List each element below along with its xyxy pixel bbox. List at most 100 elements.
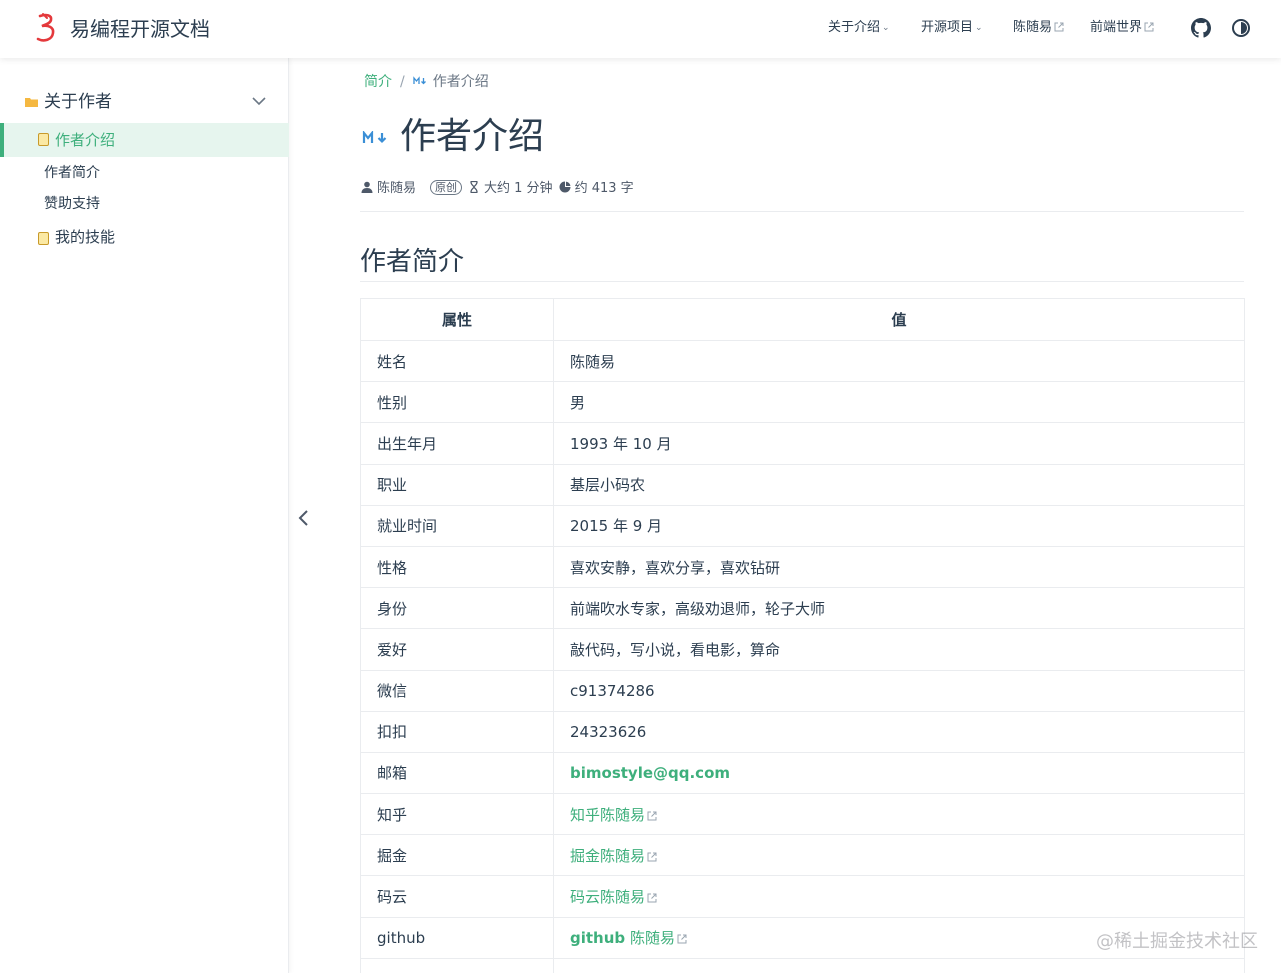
chevron-down-icon: ⌄	[975, 23, 983, 33]
sidebar-group-label: 关于作者	[44, 92, 112, 112]
table-key: 码云	[360, 875, 554, 918]
table-value: c91374286	[553, 669, 1245, 712]
table-row: 性格 喜欢安静，喜欢分享，喜欢钻研	[360, 545, 1245, 589]
folder-icon	[25, 98, 38, 107]
sidebar-item-label: 作者简介	[44, 165, 100, 181]
section-heading: 作者简介	[360, 247, 465, 277]
table-key: 身份	[360, 587, 554, 630]
table-value: 基层小码农	[553, 463, 1245, 506]
nav-about-dropdown[interactable]: 关于介绍 ⌄	[828, 19, 890, 38]
author-info-table: 属性 值 姓名 陈随易 性别男 出生年月 1993 年 10 月 职业 基层小码农 就…	[360, 298, 1245, 973]
table-row: 身份 前端吹水专家，高级劝退师，轮子大师	[360, 587, 1245, 630]
top-navbar: 易编程开源文档 关于介绍 ⌄ 开源项目 ⌄ 陈随易 前端世界	[0, 0, 1281, 58]
table-key: 性格	[360, 545, 554, 589]
table-key: github	[360, 916, 554, 959]
meta-read-time: 大约 1 分钟	[484, 181, 553, 196]
theme-toggle-icon[interactable]	[1231, 18, 1251, 38]
github-link-prefix[interactable]: github	[570, 929, 625, 947]
table-value: 1993 年 10 月	[553, 422, 1245, 465]
meta-author[interactable]: 陈随易	[377, 181, 416, 196]
gitee-link[interactable]: 码云陈随易	[570, 888, 645, 906]
sidebar: 关于作者 作者介绍 作者简介 赞助支持 我的技能	[0, 58, 289, 973]
breadcrumb-root-link[interactable]: 简介	[364, 74, 392, 90]
breadcrumb: 简介 / 作者介绍	[364, 72, 489, 92]
markdown-icon	[362, 131, 387, 144]
breadcrumb-current: 作者介绍	[432, 74, 489, 90]
logo-icon[interactable]	[34, 12, 60, 46]
table-key: 姓名	[360, 339, 554, 383]
external-link-icon	[647, 852, 657, 862]
sidebar-item-author-intro[interactable]: 作者介绍	[0, 123, 289, 157]
external-link-icon	[677, 934, 687, 944]
table-row: 扣扣 24323626	[360, 710, 1245, 753]
table-value-cell: 知乎陈随易	[553, 793, 1245, 836]
email-link[interactable]: bimostyle@qq.com	[570, 764, 730, 782]
chevron-down-icon[interactable]	[252, 96, 266, 106]
table-key: 性别	[360, 381, 554, 424]
table-value-cell: bimostyle@qq.com	[553, 751, 1245, 795]
sidebar-group-about-author[interactable]: 关于作者	[0, 88, 289, 116]
table-value: 前端吹水专家，高级劝退师，轮子大师	[553, 587, 1245, 630]
table-key: 就业时间	[360, 504, 554, 547]
juejin-link[interactable]: 掘金陈随易	[570, 847, 645, 865]
table-row: 姓名 陈随易	[360, 339, 1245, 383]
table-key: 知乎	[360, 793, 554, 836]
table-row: 微信 c91374286	[360, 669, 1245, 712]
table-row: 出生年月 1993 年 10 月	[360, 422, 1245, 465]
nav-frontend-label: 前端世界	[1090, 20, 1143, 35]
table-header-attribute: 属性	[360, 298, 554, 341]
table-header-value: 值	[553, 298, 1245, 341]
github-link[interactable]: 陈随易	[630, 929, 675, 947]
document-icon	[38, 133, 49, 146]
table-key: 邮箱	[360, 751, 554, 795]
table-value: 24323626	[553, 710, 1245, 753]
table-row: 爱好 敲代码，写小说，看电影，算命	[360, 628, 1245, 671]
table-key: 爱好	[360, 628, 554, 671]
table-key: 微信	[360, 669, 554, 712]
original-badge: 原创	[430, 180, 463, 195]
nav-author-link[interactable]: 陈随易	[1013, 19, 1064, 37]
nav-projects-label: 开源项目	[921, 20, 974, 35]
sidebar-item-label: 作者介绍	[55, 131, 116, 149]
table-value: 陈随易	[553, 339, 1245, 383]
table-row: 邮箱 bimostyle@qq.com	[360, 751, 1245, 795]
nav-about-label: 关于介绍	[828, 20, 881, 35]
table-key: 扣扣	[360, 710, 554, 753]
table-header-row: 属性 值	[360, 298, 1245, 341]
table-value-cell: 码云陈随易	[553, 875, 1245, 918]
breadcrumb-separator: /	[400, 74, 405, 90]
table-value: 男	[553, 381, 1245, 424]
sidebar-collapse-icon[interactable]	[297, 509, 311, 527]
meta-word-count: 约 413 字	[574, 181, 634, 196]
table-row: 知乎 知乎陈随易	[360, 793, 1245, 836]
page-title: 作者介绍	[400, 116, 545, 157]
external-link-icon	[1054, 22, 1064, 32]
external-link-icon	[1144, 22, 1154, 32]
divider	[360, 281, 1244, 282]
zhihu-link[interactable]: 知乎陈随易	[570, 806, 645, 824]
sidebar-item-label: 我的技能	[55, 228, 116, 246]
article-meta: 陈随易 原创 大约 1 分钟 约 413 字	[361, 180, 634, 198]
nav-author-label: 陈随易	[1013, 20, 1053, 35]
document-icon	[38, 232, 49, 245]
sidebar-item-label: 赞助支持	[44, 196, 100, 212]
github-icon[interactable]	[1191, 18, 1211, 38]
table-value: 2015 年 9 月	[553, 504, 1245, 547]
nav-frontend-link[interactable]: 前端世界	[1090, 19, 1154, 37]
table-row: 码云 码云陈随易	[360, 875, 1245, 918]
pie-chart-icon	[559, 181, 571, 193]
table-row-partial	[360, 957, 1245, 973]
markdown-icon	[413, 76, 426, 85]
nav-projects-dropdown[interactable]: 开源项目 ⌄	[921, 19, 983, 38]
table-row: 就业时间 2015 年 9 月	[360, 504, 1245, 547]
table-value: 敲代码，写小说，看电影，算命	[553, 628, 1245, 671]
divider	[360, 211, 1244, 212]
site-brand[interactable]: 易编程开源文档	[70, 15, 210, 43]
table-key: 掘金	[360, 834, 554, 877]
table-key: 出生年月	[360, 422, 554, 465]
table-row: 性别男	[360, 381, 1245, 424]
hourglass-icon	[470, 181, 478, 193]
author-icon	[361, 181, 373, 193]
chevron-down-icon: ⌄	[882, 23, 890, 33]
table-row: 掘金 掘金陈随易	[360, 834, 1245, 877]
